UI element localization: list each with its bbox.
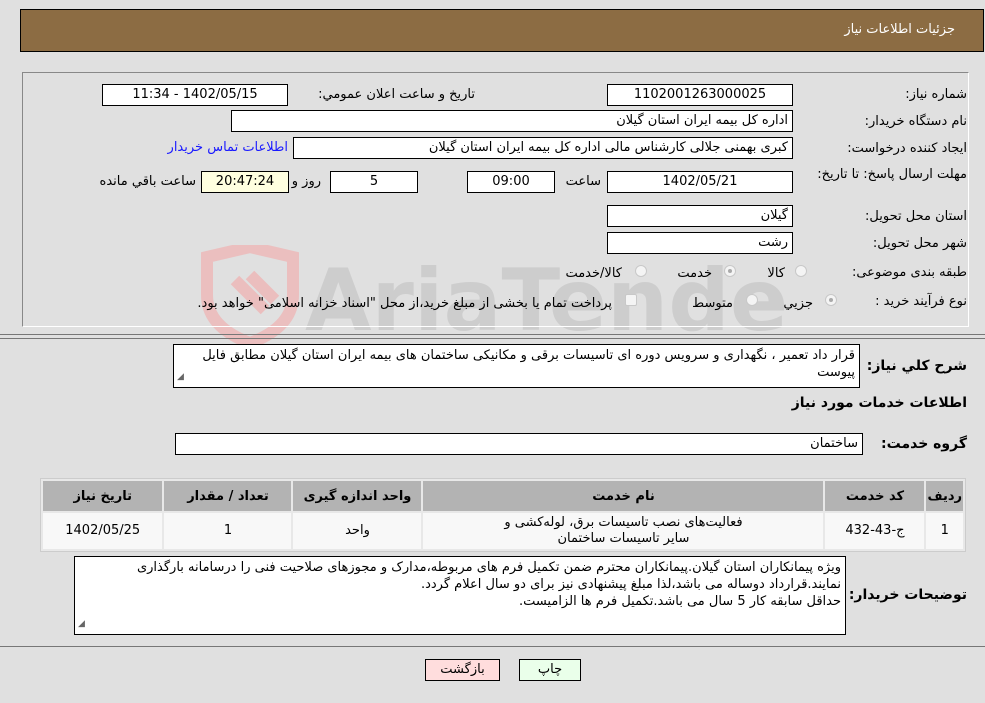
buyer-org-label: نام دستگاه خریدار: [864,114,967,129]
table-header-row: ردیف کد خدمت نام خدمت واحد اندازه گیری ت… [43,481,963,511]
table-row: 1 ج-43-432 فعالیت‌های نصب تاسیسات برق، ل… [43,513,963,549]
resize-handle-icon[interactable]: ◢ [177,369,184,386]
print-button[interactable]: چاپ [519,659,581,681]
category-option-service: خدمت [677,266,712,281]
cell-need-date: 1402/05/25 [43,513,163,549]
purchase-radio-medium[interactable] [746,294,758,306]
treasury-note: پرداخت تمام یا بخشی از مبلغ خرید،از محل … [197,296,612,311]
buyer-notes-line: حداقل سابقه کار 5 سال می باشد.تکمیل فرم … [518,594,841,609]
announce-datetime-field: 1402/05/15 - 11:34 [102,84,288,106]
delivery-province-field: گیلان [607,205,793,227]
cell-quantity: 1 [164,513,292,549]
deadline-label: مهلت ارسال پاسخ: تا تاریخ: [817,167,967,182]
need-number-label: شماره نیاز: [905,87,967,102]
delivery-city-label: شهر محل تحویل: [872,236,967,251]
col-header-row-number: ردیف [926,481,963,511]
category-option-goods-service: کالا/خدمت [565,266,622,281]
days-remaining-field: 5 [330,171,418,193]
col-header-service-code: کد خدمت [825,481,925,511]
need-number-field: 1102001263000025 [607,84,793,106]
delivery-city-field: رشت [607,232,793,254]
deadline-date-field: 1402/05/21 [607,171,793,193]
cell-service-name: فعالیت‌های نصب تاسیسات برق، لوله‌کشی و س… [423,513,824,549]
services-section-title: اطلاعات خدمات مورد نياز [791,395,967,411]
page-title: جزئیات اطلاعات نیاز [844,22,955,37]
category-radio-service[interactable] [724,265,736,277]
col-header-unit: واحد اندازه گیری [293,481,422,511]
purchase-option-minor: جزيي [783,296,813,311]
deadline-time-field: 09:00 [467,171,555,193]
requester-label: ایجاد کننده درخواست: [847,141,967,156]
resize-handle-icon[interactable]: ◢ [78,616,85,633]
divider [0,338,985,339]
delivery-province-label: استان محل تحویل: [865,209,967,224]
divider [0,334,985,335]
col-header-quantity: تعداد / مقدار [164,481,292,511]
buyer-contact-link[interactable]: اطلاعات تماس خریدار [168,140,288,155]
page-header: جزئیات اطلاعات نیاز [20,9,984,52]
cell-service-code: ج-43-432 [825,513,925,549]
requester-field: کبری بهمنی جلالی کارشناس مالی اداره کل ب… [293,137,793,159]
buyer-notes-textarea[interactable]: ویژه پیمانکاران استان گیلان.پیمانکاران م… [74,556,846,635]
divider [0,646,985,647]
category-radio-goods-service[interactable] [635,265,647,277]
buyer-org-field: اداره کل بیمه ایران استان گیلان [231,110,793,132]
time-remaining-field: 20:47:24 [201,171,289,193]
category-label: طبقه بندی موضوعی: [851,265,967,280]
service-group-field: ساختمان [175,433,863,455]
deadline-time-label: ساعت [565,174,601,189]
purchase-radio-minor[interactable] [825,294,837,306]
description-textarea[interactable]: قرار داد تعمیر ، نگهداری و سرویس دوره ای… [173,344,860,388]
announce-datetime-label: تاریخ و ساعت اعلان عمومي: [318,87,475,102]
category-option-goods: کالا [767,266,785,281]
days-label: روز و [291,174,321,189]
treasury-checkbox[interactable] [625,294,637,306]
cell-unit: واحد [293,513,422,549]
back-button[interactable]: بازگشت [425,659,500,681]
time-remaining-label: ساعت باقي مانده [99,174,196,189]
col-header-service-name: نام خدمت [423,481,824,511]
description-text: قرار داد تعمیر ، نگهداری و سرویس دوره ای… [202,348,855,380]
col-header-need-date: تاریخ نیاز [43,481,163,511]
description-label: شرح کلي نياز: [866,358,967,374]
purchase-option-medium: متوسط [692,296,733,311]
cell-row-number: 1 [926,513,963,549]
services-table: ردیف کد خدمت نام خدمت واحد اندازه گیری ت… [40,478,966,552]
purchase-type-label: نوع فرآیند خرید : [875,294,967,309]
category-radio-goods[interactable] [795,265,807,277]
buyer-notes-line: ویژه پیمانکاران استان گیلان.پیمانکاران م… [136,560,841,592]
buyer-notes-label: توضیحات خریدار: [848,587,967,603]
service-group-label: گروه خدمت: [881,436,967,452]
